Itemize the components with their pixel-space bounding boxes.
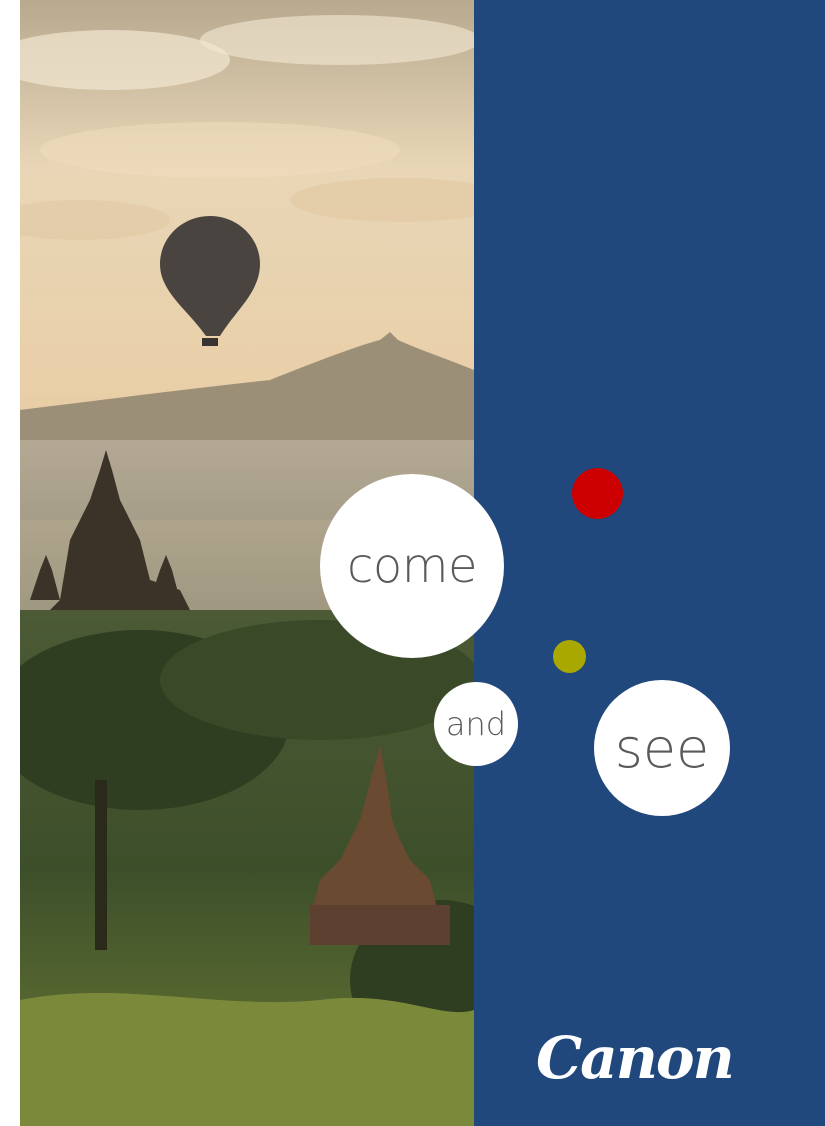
olive-dot (553, 640, 586, 673)
come-bubble: come (320, 474, 504, 658)
and-word: and (445, 705, 507, 743)
blue-panel (474, 0, 825, 1126)
canon-logo: Canon (536, 1024, 735, 1092)
see-word: see (614, 716, 710, 780)
see-bubble: see (594, 680, 730, 816)
and-bubble: and (434, 682, 518, 766)
come-word: come (346, 538, 478, 594)
red-dot (572, 468, 623, 519)
